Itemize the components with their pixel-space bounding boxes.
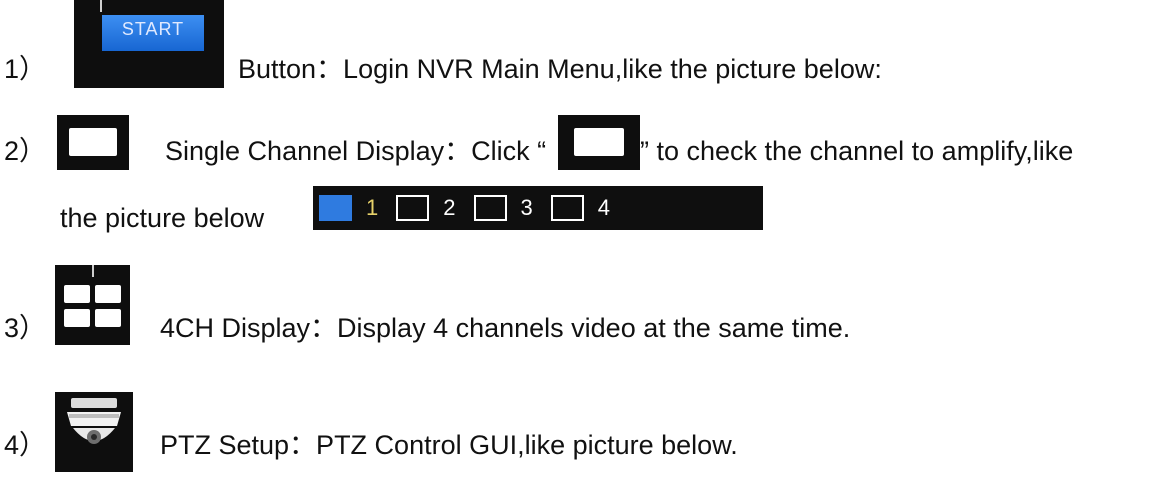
item-3-text: 4CH Display：Display 4 channels video at … [160, 313, 851, 343]
channel-square-4 [550, 195, 584, 221]
quad-display-icon [55, 265, 130, 345]
item-3-number: 3） [4, 313, 47, 343]
ptz-camera-icon [55, 392, 133, 472]
single-channel-icon [57, 115, 129, 170]
start-label: START [102, 15, 204, 51]
channel-label-2: 2 [443, 195, 456, 220]
start-stem [100, 0, 102, 12]
channel-square-2 [396, 195, 430, 221]
single-channel-icon-inline [558, 115, 640, 170]
item-1-text: Button：Login NVR Main Menu,like the pict… [238, 54, 882, 84]
channel-square-1 [319, 195, 352, 221]
channel-square-3 [473, 195, 507, 221]
item-1-number: 1） [4, 54, 47, 84]
item-2-continuation: the picture below [60, 203, 265, 233]
start-button-icon: START [74, 0, 224, 88]
channel-label-3: 3 [520, 195, 533, 220]
channel-label-1: 1 [366, 195, 379, 220]
item-2-text-after: ” to check the channel to amplify,like [640, 136, 1074, 166]
item-2-number: 2） [4, 136, 47, 166]
ptz-camera-svg [67, 398, 121, 444]
item-4-number: 4） [4, 430, 47, 460]
channel-selector-bar: 1 2 3 4 [313, 186, 763, 230]
item-4-text: PTZ Setup：PTZ Control GUI,like picture b… [160, 430, 738, 460]
channel-label-4: 4 [597, 195, 610, 220]
item-2-text-before: Single Channel Display：Click “ [165, 136, 547, 166]
